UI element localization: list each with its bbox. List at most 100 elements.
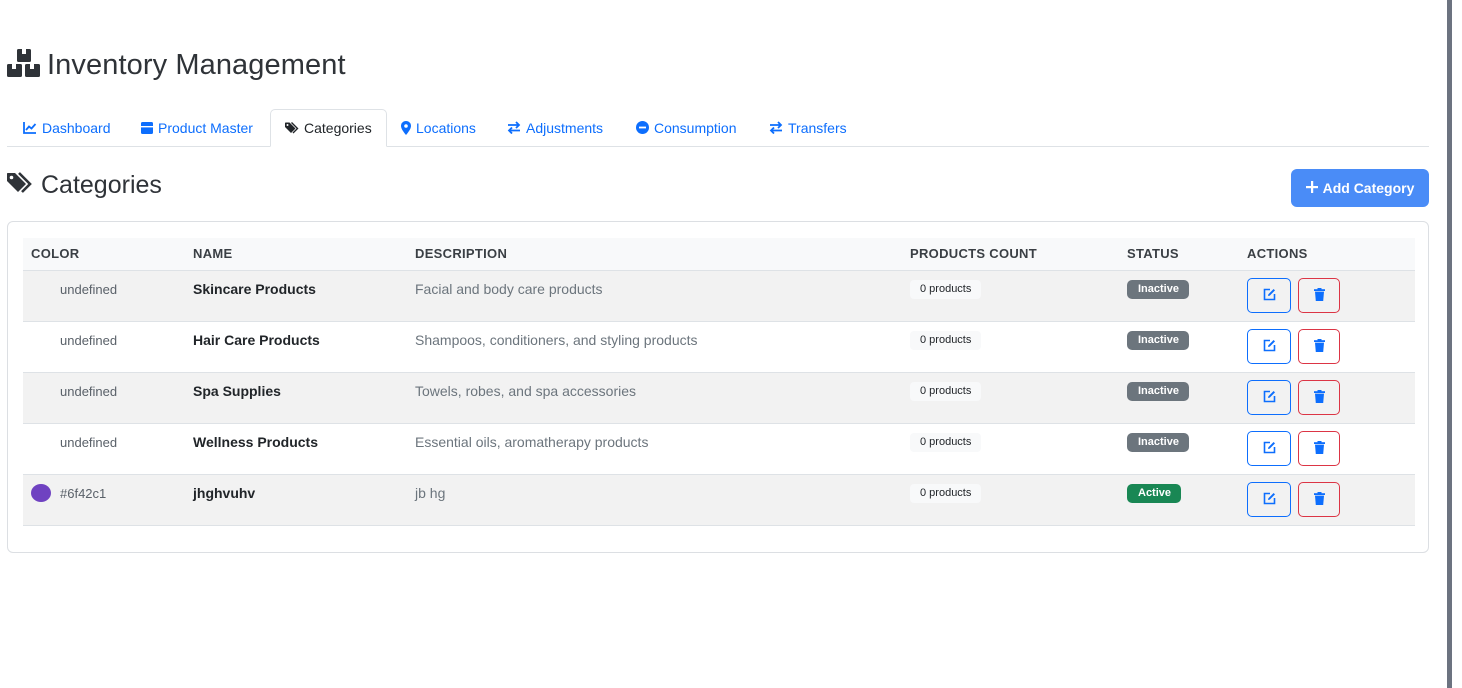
edit-button[interactable] [1247,380,1291,415]
tags-icon [7,171,33,199]
table-header: COLOR NAME DESCRIPTION PRODUCTS COUNT ST… [23,238,1415,271]
trash-icon [1313,491,1325,508]
category-name: Hair Care Products [193,332,320,348]
section-header: Categories [7,168,162,202]
tab-label: Transfers [788,119,847,136]
categories-card: COLOR NAME DESCRIPTION PRODUCTS COUNT ST… [7,221,1429,553]
trash-icon [1313,338,1325,355]
color-value: #6f42c1 [60,485,107,501]
color-swatch [31,484,51,502]
add-category-button[interactable]: Add Category [1291,169,1429,207]
column-header-products-count: PRODUCTS COUNT [910,246,1037,261]
status-badge: Inactive [1127,382,1189,401]
status-badge: Inactive [1127,331,1189,350]
category-description: jb hg [415,485,446,501]
add-category-label: Add Category [1322,180,1415,196]
column-header-actions: ACTIONS [1247,246,1308,261]
boxes-icon [141,121,153,134]
delete-button[interactable] [1298,278,1340,313]
column-header-color: COLOR [31,246,80,261]
tab-product-master[interactable]: Product Master [141,109,253,146]
color-value: undefined [60,383,118,399]
tab-adjustments[interactable]: Adjustments [507,109,603,146]
category-name: jhghvuhv [193,485,256,501]
status-badge: Active [1127,484,1182,503]
column-header-description: DESCRIPTION [415,246,508,261]
column-header-name: NAME [193,246,233,261]
category-description: Towels, robes, and spa accessories [415,383,636,399]
table-row: undefined Spa Supplies Towels, robes, an… [23,373,1415,424]
boxes-icon [7,48,41,83]
category-name: Spa Supplies [193,383,281,399]
color-cell: undefined [31,331,117,349]
tab-dashboard[interactable]: Dashboard [23,109,111,146]
category-name: Skincare Products [193,281,316,297]
edit-icon [1263,288,1276,304]
color-cell: undefined [31,382,117,400]
status-badge: Inactive [1127,433,1189,452]
minus-circle-icon [636,121,649,134]
category-description: Facial and body care products [415,281,603,297]
category-description: Essential oils, aromatherapy products [415,434,649,450]
category-description: Shampoos, conditioners, and styling prod… [415,332,698,348]
color-swatch [31,433,51,451]
products-count-badge: 0 products [910,331,982,350]
map-marker-icon [401,120,411,135]
column-header-status: STATUS [1127,246,1179,261]
table-row: undefined Hair Care Products Shampoos, c… [23,322,1415,373]
products-count-badge: 0 products [910,280,982,299]
app-header: Inventory Management [7,47,346,83]
table-row: undefined Skincare Products Facial and b… [23,271,1415,322]
table-row: undefined Wellness Products Essential oi… [23,424,1415,475]
color-swatch [31,280,51,298]
products-count-badge: 0 products [910,484,982,503]
chart-line-icon [23,121,37,134]
tab-label: Consumption [654,119,737,136]
color-cell: #6f42c1 [31,484,106,502]
section-title: Categories [41,170,162,199]
trash-icon [1313,287,1325,304]
edit-button[interactable] [1247,431,1291,466]
tab-label: Locations [416,119,476,136]
scrollbar-thumb[interactable] [1447,0,1452,688]
edit-icon [1263,492,1276,508]
exchange-icon [507,121,521,134]
products-count-badge: 0 products [910,382,982,401]
tab-label: Adjustments [526,119,604,136]
color-cell: undefined [31,280,117,298]
edit-icon [1263,390,1276,406]
color-value: undefined [60,332,118,348]
table-row: #6f42c1 jhghvuhv jb hg 0 products Active [23,475,1415,526]
tab-locations[interactable]: Locations [401,109,476,146]
tab-bar: Dashboard Product Master Categories Loca… [7,109,1429,147]
trash-icon [1313,389,1325,406]
edit-button[interactable] [1247,482,1291,517]
delete-button[interactable] [1298,380,1340,415]
edit-icon [1263,339,1276,355]
tab-label: Categories [304,120,372,136]
edit-icon [1263,441,1276,457]
tags-icon [285,122,299,134]
products-count-badge: 0 products [910,433,982,452]
color-value: undefined [60,281,118,297]
color-swatch [31,331,51,349]
plus-icon [1305,180,1318,196]
edit-button[interactable] [1247,278,1291,313]
tab-categories[interactable]: Categories [270,109,387,147]
color-value: undefined [60,434,118,450]
color-cell: undefined [31,433,117,451]
trash-icon [1313,440,1325,457]
edit-button[interactable] [1247,329,1291,364]
tab-consumption[interactable]: Consumption [636,109,737,146]
tab-transfers[interactable]: Transfers [769,109,847,146]
tab-label: Product Master [158,119,253,136]
color-swatch [31,382,51,400]
app-title: Inventory Management [47,48,346,81]
delete-button[interactable] [1298,329,1340,364]
category-name: Wellness Products [193,434,319,450]
delete-button[interactable] [1298,482,1340,517]
exchange-icon [769,121,783,134]
status-badge: Inactive [1127,280,1189,299]
delete-button[interactable] [1298,431,1340,466]
tab-label: Dashboard [42,119,111,136]
